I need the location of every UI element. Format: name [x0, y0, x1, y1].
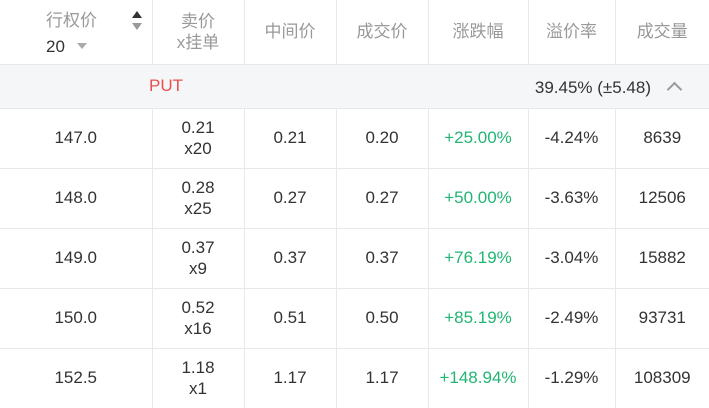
table-row[interactable]: 152.5 1.18 x1 1.17 1.17 +148.94% -1.29% 108309: [0, 348, 709, 408]
last-cell: 0.50: [336, 288, 429, 349]
strike-header-label: 行权价: [46, 11, 97, 30]
ask-cell: 0.21 x20: [152, 108, 245, 169]
put-section-bar: PUT 39.45% (±5.48): [0, 64, 709, 109]
implied-volatility-label: 39.45% (±5.48): [534, 77, 651, 97]
strike-count-selector[interactable]: 20: [46, 36, 87, 58]
table-row[interactable]: 150.0 0.52 x16 0.51 0.50 +85.19% -2.49% 93731: [0, 288, 709, 349]
ask-price: 0.37: [181, 238, 215, 257]
table-body: 147.0 0.21 x20 0.21 0.20 +25.00% -4.24% 8639 148…: [0, 108, 709, 408]
sort-icon[interactable]: [131, 10, 143, 34]
strike-cell: 148.0: [0, 168, 153, 229]
volume-cell: 15882: [615, 228, 709, 289]
ask-column-header: 卖价 x挂单: [152, 0, 245, 65]
mid-column-header: 中间价: [244, 0, 337, 65]
volume-cell: 8639: [615, 108, 709, 169]
ask-price: 0.52: [181, 298, 215, 317]
change-cell: +50.00%: [428, 168, 529, 229]
strike-cell: 152.5: [0, 348, 153, 408]
ask-cell: 0.37 x9: [152, 228, 245, 289]
mid-cell: 0.21: [244, 108, 337, 169]
chevron-up-icon: [666, 81, 683, 97]
table-row[interactable]: 147.0 0.21 x20 0.21 0.20 +25.00% -4.24% 8639: [0, 108, 709, 169]
mid-cell: 0.51: [244, 288, 337, 349]
change-cell: +76.19%: [428, 228, 529, 289]
put-section-inner: PUT 39.45% (±5.48): [0, 65, 709, 108]
change-column-header: 涨跌幅: [428, 0, 529, 65]
strike-cell: 149.0: [0, 228, 153, 289]
options-table: 行权价 20 卖价 x挂单 中间价 成交价 涨跌幅 溢价率 成交量 PUT 39…: [0, 0, 709, 408]
put-section-cell: PUT 39.45% (±5.48): [0, 64, 709, 109]
table-header: 行权价 20 卖价 x挂单 中间价 成交价 涨跌幅 溢价率 成交量: [0, 0, 709, 65]
ask-price: 0.28: [181, 178, 215, 197]
premium-cell: -2.49%: [528, 288, 616, 349]
last-cell: 0.27: [336, 168, 429, 229]
mid-cell: 1.17: [244, 348, 337, 408]
last-cell: 1.17: [336, 348, 429, 408]
last-cell: 0.37: [336, 228, 429, 289]
change-cell: +148.94%: [428, 348, 529, 408]
ask-price: 1.18: [181, 358, 215, 377]
table-row[interactable]: 149.0 0.37 x9 0.37 0.37 +76.19% -3.04% 15882: [0, 228, 709, 289]
table-row[interactable]: 148.0 0.28 x25 0.27 0.27 +50.00% -3.63% 12506: [0, 168, 709, 229]
strike-cell: 147.0: [0, 108, 153, 169]
mid-cell: 0.37: [244, 228, 337, 289]
premium-column-header: 溢价率: [528, 0, 616, 65]
ask-size: x25: [184, 199, 212, 218]
change-cell: +25.00%: [428, 108, 529, 169]
sort-descending-icon: [132, 23, 142, 30]
ask-size: x16: [184, 319, 212, 338]
ask-size: x20: [184, 139, 212, 158]
volume-cell: 12506: [615, 168, 709, 229]
premium-cell: -1.29%: [528, 348, 616, 408]
change-cell: +85.19%: [428, 288, 529, 349]
last-cell: 0.20: [336, 108, 429, 169]
strike-cell: 150.0: [0, 288, 153, 349]
last-column-header: 成交价: [336, 0, 429, 65]
strike-column-header: 行权价 20: [0, 0, 153, 65]
caret-down-icon: [76, 42, 87, 49]
premium-cell: -3.04%: [528, 228, 616, 289]
ask-size: x1: [189, 379, 207, 398]
ask-cell: 1.18 x1: [152, 348, 245, 408]
options-chain-panel: 行权价 20 卖价 x挂单 中间价 成交价 涨跌幅 溢价率 成交量 PUT 39…: [0, 0, 709, 408]
ask-price: 0.21: [181, 118, 215, 137]
strike-count-value: 20: [46, 37, 65, 56]
ask-size: x9: [189, 259, 207, 278]
ask-cell: 0.28 x25: [152, 168, 245, 229]
volume-column-header: 成交量: [615, 0, 709, 65]
collapse-button[interactable]: [665, 78, 685, 98]
sort-ascending-icon: [132, 11, 142, 18]
volume-cell: 93731: [615, 288, 709, 349]
put-label: PUT: [149, 75, 183, 95]
premium-cell: -4.24%: [528, 108, 616, 169]
mid-cell: 0.27: [244, 168, 337, 229]
premium-cell: -3.63%: [528, 168, 616, 229]
ask-cell: 0.52 x16: [152, 288, 245, 349]
volume-cell: 108309: [615, 348, 709, 408]
ask-header-label: 卖价: [181, 11, 215, 31]
ask-size-header-label: x挂单: [176, 32, 220, 52]
